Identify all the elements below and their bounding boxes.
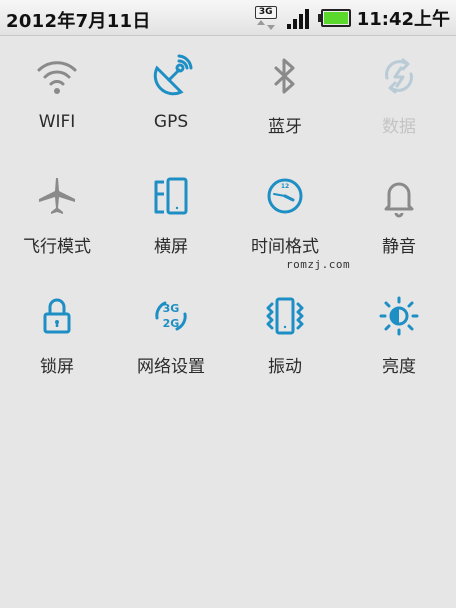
status-time: 11:42上午 <box>356 9 450 30</box>
network-type-indicator: 3G <box>254 5 277 31</box>
airplane-icon <box>35 174 79 218</box>
toggle-label: 数据 <box>382 117 416 137</box>
toggle-airplane-mode[interactable]: 飞行模式 <box>0 156 114 276</box>
svg-text:12: 12 <box>281 183 289 190</box>
toggle-lock-screen[interactable]: 锁屏 <box>0 276 114 396</box>
status-indicators: 3G 11:42上午 <box>254 4 450 32</box>
toggle-silent[interactable]: 静音 <box>342 156 456 276</box>
svg-text:2G: 2G <box>163 317 180 330</box>
status-date: 2012年7月11日 <box>6 11 151 32</box>
toggle-label: 时间格式 <box>251 237 319 257</box>
toggle-gps[interactable]: GPS <box>114 36 228 156</box>
clock-icon: 12 <box>263 174 307 218</box>
vibrate-icon <box>263 294 307 338</box>
toggle-data[interactable]: 数据 <box>342 36 456 156</box>
network-3g-2g-icon: 3G 2G <box>149 294 193 338</box>
toggle-network-settings[interactable]: 3G 2G 网络设置 <box>114 276 228 396</box>
toggle-brightness[interactable]: 亮度 <box>342 276 456 396</box>
status-bar: 2012年7月11日 3G 11:42上午 <box>0 0 456 36</box>
battery-icon <box>317 9 351 27</box>
toggle-label: 蓝牙 <box>268 117 302 137</box>
toggle-label: 横屏 <box>154 237 188 257</box>
data-activity-icon <box>256 20 275 30</box>
network-type-label: 3G <box>254 6 277 19</box>
bluetooth-icon <box>263 54 307 98</box>
lock-icon <box>35 294 79 338</box>
toggle-label: GPS <box>153 112 189 132</box>
toggle-vibrate[interactable]: 振动 <box>228 276 342 396</box>
watermark: romzj.com <box>286 258 351 271</box>
gps-icon <box>149 54 193 98</box>
toggle-label: 锁屏 <box>40 357 74 377</box>
toggle-label: 静音 <box>382 237 416 257</box>
toggle-wifi[interactable]: WIFI <box>0 36 114 156</box>
rotate-screen-icon <box>149 174 193 218</box>
toggle-label: 亮度 <box>382 357 416 377</box>
brightness-icon <box>377 294 421 338</box>
toggle-label: 飞行模式 <box>23 237 91 257</box>
signal-strength-icon <box>286 7 311 29</box>
toggle-bluetooth[interactable]: 蓝牙 <box>228 36 342 156</box>
svg-text:3G: 3G <box>163 302 180 315</box>
toggle-label: 网络设置 <box>137 357 205 377</box>
bell-icon <box>377 174 421 218</box>
data-sync-icon <box>377 54 421 98</box>
toggle-landscape[interactable]: 横屏 <box>114 156 228 276</box>
toggle-label: WIFI <box>38 112 76 132</box>
battery-fill <box>323 12 348 24</box>
toggle-label: 振动 <box>268 357 302 377</box>
wifi-icon <box>35 54 79 98</box>
